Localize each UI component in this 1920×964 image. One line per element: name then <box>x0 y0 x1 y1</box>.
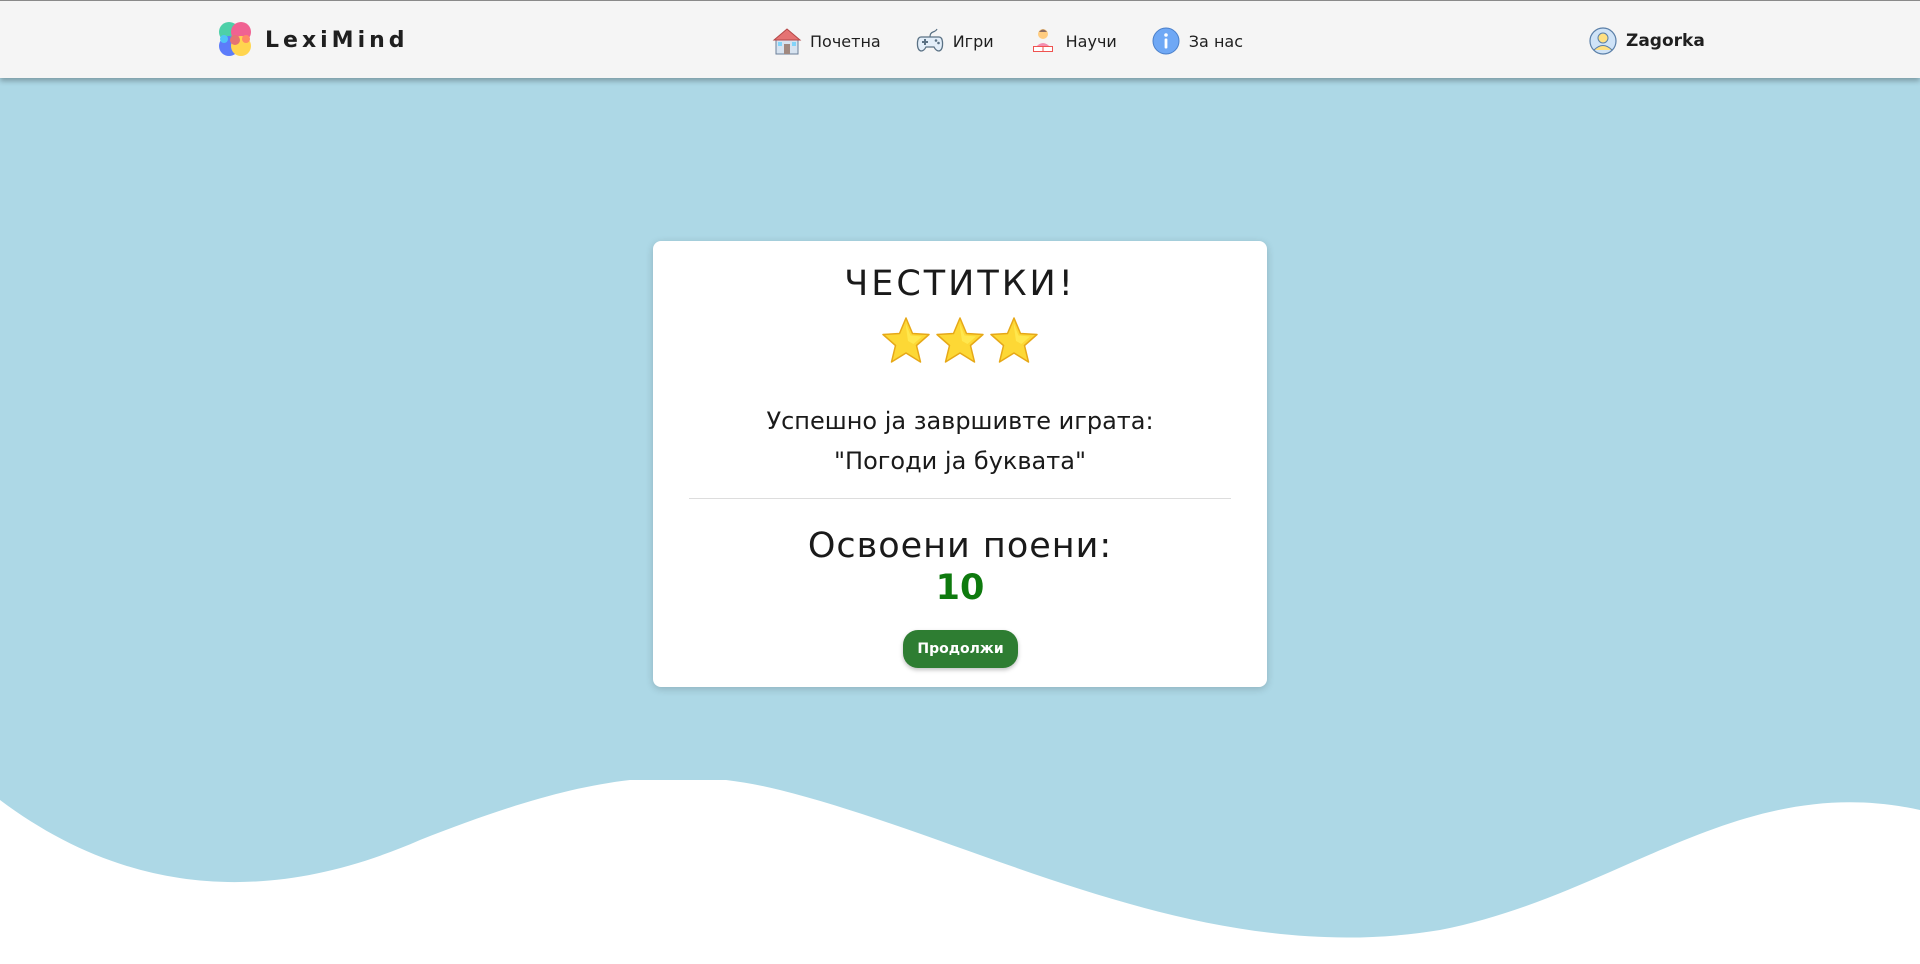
brand-logo-link[interactable]: LexiMind <box>215 20 409 60</box>
continue-button[interactable]: Продолжи <box>903 630 1018 668</box>
game-name: "Погоди ја буквата" <box>834 447 1086 475</box>
nav-item-label: Игри <box>952 31 994 51</box>
nav-item-label: За нас <box>1188 31 1244 51</box>
nav-item-games[interactable]: Игри <box>915 26 994 56</box>
house-icon <box>772 28 802 55</box>
background-wave <box>0 780 1920 964</box>
user-name: Zagorka <box>1626 31 1705 51</box>
divider <box>689 498 1231 499</box>
star-rating <box>653 315 1267 367</box>
star-icon <box>990 317 1038 363</box>
completion-message-line: Успешно ја завршивте играта: <box>766 407 1154 435</box>
user-avatar-icon <box>1589 27 1617 55</box>
star-icon <box>882 317 930 363</box>
star-icon <box>936 317 984 363</box>
nav-item-home[interactable]: Почетна <box>772 26 881 56</box>
points-label: Освоени поени: <box>807 526 1113 566</box>
completion-message: Успешно ја завршивте играта: "Погоди ја … <box>653 401 1267 481</box>
brand-name: LexiMind <box>265 27 409 53</box>
navbar: LexiMind Почетна Игри Научи За нас Zagor… <box>0 0 1920 78</box>
brain-puzzle-logo-icon <box>219 22 251 56</box>
user-menu[interactable]: Zagorka <box>1589 25 1705 57</box>
gamepad-icon <box>916 28 943 52</box>
nav-item-label: Почетна <box>810 31 881 51</box>
result-card: ЧЕСТИТКИ! Успешно ја завршивте играта: "… <box>653 241 1267 687</box>
points-value: 10 <box>935 568 985 608</box>
nav-item-about[interactable]: За нас <box>1151 26 1243 56</box>
congrats-title: ЧЕСТИТКИ! <box>844 264 1076 304</box>
main-nav: Почетна Игри Научи За нас <box>772 25 1243 57</box>
nav-item-learn[interactable]: Научи <box>1028 26 1117 56</box>
reading-person-icon <box>1032 29 1053 52</box>
info-icon <box>1152 27 1180 55</box>
nav-item-label: Научи <box>1065 31 1117 51</box>
